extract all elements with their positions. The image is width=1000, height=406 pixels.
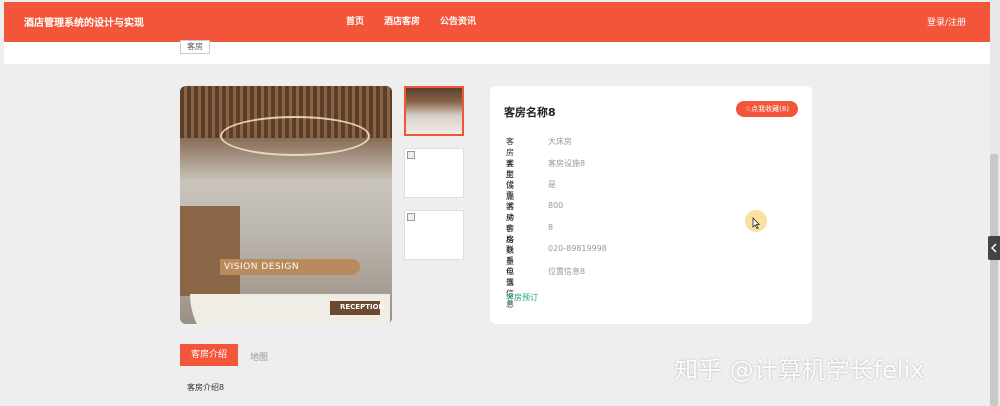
field-value: 8 bbox=[548, 223, 554, 232]
room-intro-text: 客房介绍8 bbox=[187, 383, 225, 392]
field-value: 020-89819998 bbox=[548, 244, 607, 253]
breadcrumb[interactable]: 客房 bbox=[180, 40, 210, 54]
login-register-link[interactable]: 登录/注册 bbox=[927, 15, 966, 28]
room-main-image: VISION DESIGN RECEPTION bbox=[180, 86, 392, 324]
ceiling-light bbox=[220, 116, 370, 156]
tab-map[interactable]: 地图 bbox=[250, 350, 268, 363]
broken-image-icon bbox=[407, 151, 415, 159]
thumbnail-1[interactable] bbox=[404, 86, 464, 136]
mouse-cursor-icon bbox=[752, 217, 760, 229]
field-value: 位置信息8 bbox=[548, 267, 586, 276]
sign-text: VISION DESIGN bbox=[224, 262, 300, 272]
side-panel-toggle[interactable] bbox=[988, 236, 1000, 260]
field-value: 客房设施8 bbox=[548, 159, 586, 168]
chevron-left-icon bbox=[991, 243, 997, 253]
broken-image-icon bbox=[407, 213, 415, 221]
room-title: 客房名称8 bbox=[504, 106, 556, 119]
field-label: 位置信息 bbox=[506, 267, 514, 309]
watermark: 知乎 @计算机学长felix bbox=[674, 356, 925, 384]
favorite-label: 点我收藏(8) bbox=[751, 105, 790, 113]
tab-room-intro[interactable]: 客房介绍 bbox=[180, 344, 238, 366]
scrollbar[interactable] bbox=[990, 154, 998, 406]
desk-text: RECEPTION bbox=[340, 303, 385, 311]
nav-home[interactable]: 首页 bbox=[346, 14, 364, 27]
field-value: 大床房 bbox=[548, 137, 572, 146]
site-title: 酒店管理系统的设计与实现 bbox=[24, 18, 144, 29]
nav-rooms[interactable]: 酒店客房 bbox=[384, 14, 420, 27]
wood-wall bbox=[180, 206, 240, 296]
main-nav: 首页 酒店客房 公告资讯 bbox=[346, 14, 476, 27]
favorite-button[interactable]: ☆点我收藏(8) bbox=[736, 101, 798, 117]
field-value: 是 bbox=[548, 180, 556, 189]
thumbnail-2[interactable] bbox=[404, 148, 464, 198]
field-value: 800 bbox=[548, 201, 564, 210]
top-nav-bar: 酒店管理系统的设计与实现 首页 酒店客房 公告资讯 登录/注册 bbox=[4, 2, 990, 42]
book-room-link[interactable]: 客房预订 bbox=[506, 292, 538, 303]
thumbnail-3[interactable] bbox=[404, 210, 464, 260]
room-info-card: 客房名称8 ☆点我收藏(8) 客房类型 大床房 客房设施 客房设施8 优惠活动 … bbox=[490, 86, 812, 324]
nav-news[interactable]: 公告资讯 bbox=[440, 14, 476, 27]
breadcrumb-band bbox=[4, 42, 990, 64]
